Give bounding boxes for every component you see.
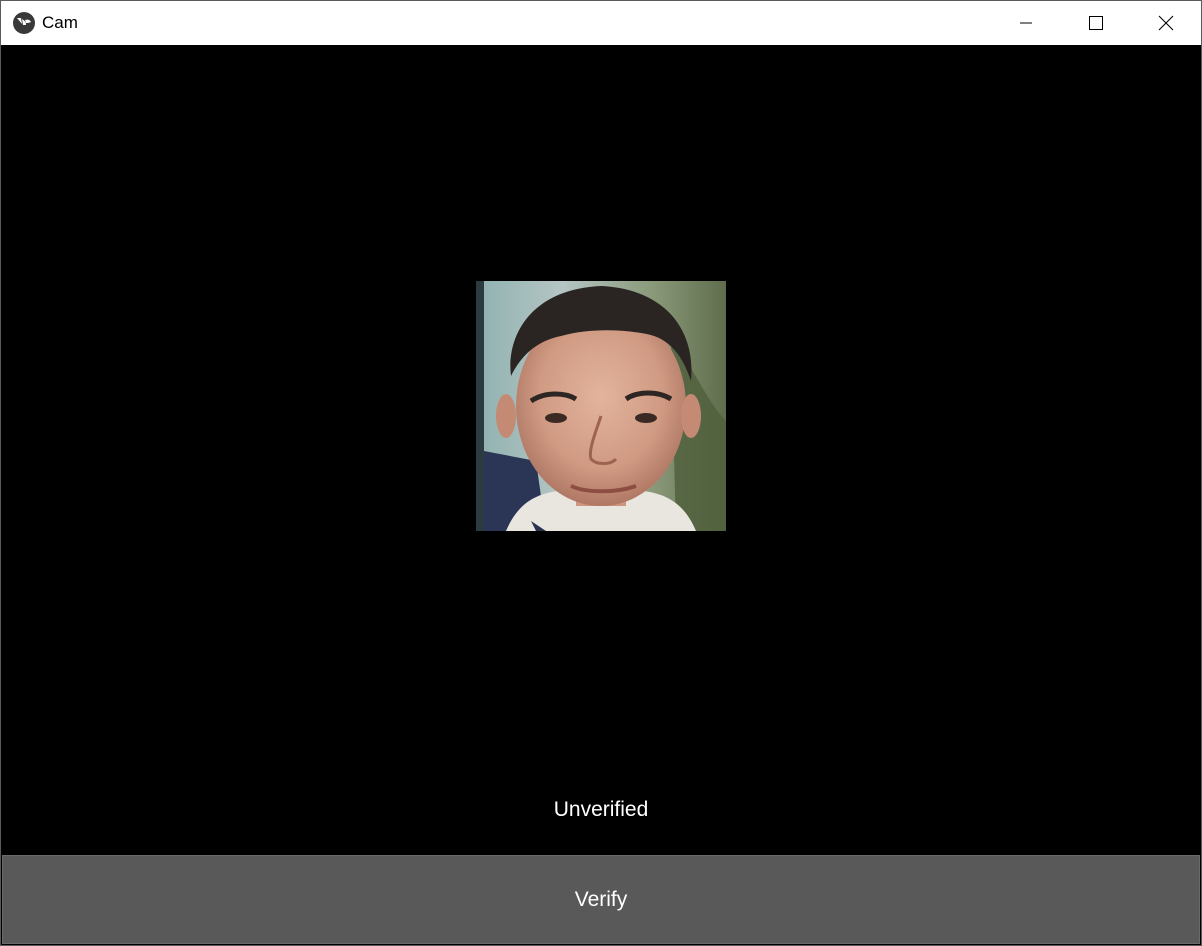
window-title: Cam [42, 13, 78, 32]
minimize-button[interactable] [991, 1, 1061, 45]
close-button[interactable] [1131, 1, 1201, 45]
webcam-image [476, 281, 726, 531]
app-window: Cam Unverified Verify [0, 0, 1202, 946]
verify-button-label: Verify [574, 887, 628, 911]
kivy-logo-icon [13, 12, 35, 34]
verify-button[interactable]: Verify [2, 855, 1200, 944]
minimize-icon [1020, 22, 1032, 24]
maximize-icon [1089, 16, 1103, 30]
verification-status-label: Unverified [553, 798, 649, 821]
title-bar[interactable]: Cam [1, 1, 1201, 45]
maximize-button[interactable] [1061, 1, 1131, 45]
app-content: Unverified Verify [1, 45, 1201, 945]
close-icon [1158, 15, 1174, 31]
